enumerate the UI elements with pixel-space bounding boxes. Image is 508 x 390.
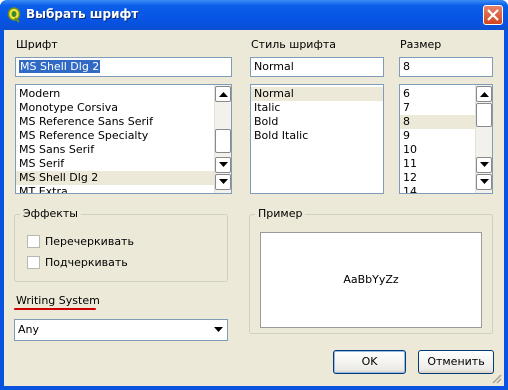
list-item[interactable]: 14 [400, 185, 475, 193]
dialog-body: Шрифт MS Shell Dlg 2 Modern Monotype Cor… [4, 30, 504, 386]
list-item[interactable]: 10 [400, 143, 475, 157]
arrow-down-icon [480, 179, 489, 184]
font-family-scrollbar[interactable] [214, 85, 231, 193]
scroll-down-button[interactable] [476, 157, 492, 173]
font-size-label: Размер [400, 38, 442, 51]
effects-group [14, 214, 228, 282]
scroll-thumb[interactable] [215, 129, 231, 153]
scroll-down-button[interactable] [476, 174, 492, 190]
close-icon [487, 9, 499, 21]
title-bar[interactable]: Выбрать шрифт [0, 0, 508, 30]
arrow-down-icon [480, 162, 489, 167]
font-family-value: MS Shell Dlg 2 [19, 60, 101, 73]
sample-title: Пример [255, 207, 306, 220]
scroll-up-button[interactable] [215, 86, 231, 102]
font-style-label: Стиль шрифта [251, 38, 336, 51]
strikeout-checkbox[interactable] [27, 235, 40, 248]
font-family-input[interactable]: MS Shell Dlg 2 [15, 57, 232, 77]
list-item[interactable]: MS Reference Specialty [16, 129, 214, 143]
scroll-thumb[interactable] [476, 103, 492, 127]
strikeout-label[interactable]: Перечеркивать [45, 235, 134, 248]
writing-system-value: Any [18, 323, 40, 336]
sample-text: AaBbYyZz [343, 273, 399, 286]
arrow-down-icon [219, 162, 228, 167]
annotation-underline [14, 308, 96, 310]
dialog-window: Выбрать шрифт Шрифт MS Shell Dlg 2 Moder… [0, 0, 508, 390]
list-item[interactable]: Modern [16, 87, 214, 101]
list-item[interactable]: MS Reference Sans Serif [16, 115, 214, 129]
list-item[interactable]: 12 [400, 171, 475, 185]
arrow-up-icon [219, 92, 228, 97]
scroll-down-button[interactable] [215, 174, 231, 190]
effects-title: Эффекты [20, 207, 81, 220]
font-style-list[interactable]: Normal Italic Bold Bold Italic [250, 84, 384, 194]
list-item-selected[interactable]: Normal [251, 87, 383, 101]
list-item[interactable]: 9 [400, 129, 475, 143]
resize-grip-icon[interactable] [490, 372, 502, 384]
font-style-input[interactable]: Normal [250, 57, 384, 77]
arrow-down-icon [219, 179, 228, 184]
underline-checkbox[interactable] [27, 256, 40, 269]
dropdown-button[interactable] [210, 320, 227, 340]
list-item[interactable]: Monotype Corsiva [16, 101, 214, 115]
cancel-button[interactable]: Отменить [418, 350, 494, 374]
font-family-label: Шрифт [16, 38, 58, 51]
list-item[interactable]: 6 [400, 87, 475, 101]
list-item[interactable]: Bold [251, 115, 383, 129]
close-button[interactable] [483, 5, 503, 25]
list-item-selected[interactable]: MS Shell Dlg 2 [16, 171, 214, 185]
list-item[interactable]: MS Serif [16, 157, 214, 171]
window-title: Выбрать шрифт [26, 7, 139, 21]
sample-preview: AaBbYyZz [260, 232, 482, 328]
list-item[interactable]: 11 [400, 157, 475, 171]
font-size-list[interactable]: 6 7 8 9 10 11 12 14 [399, 84, 493, 194]
list-item[interactable]: Bold Italic [251, 129, 383, 143]
underline-label[interactable]: Подчеркивать [45, 256, 128, 269]
writing-system-label: Writing System [16, 294, 100, 307]
writing-system-select[interactable]: Any [14, 319, 228, 341]
font-size-input[interactable]: 8 [399, 57, 493, 77]
list-item[interactable]: MT Extra [16, 185, 214, 193]
ok-button[interactable]: OK [333, 350, 406, 374]
list-item-selected[interactable]: 8 [400, 115, 475, 129]
scroll-down-button[interactable] [215, 157, 231, 173]
list-item[interactable]: 7 [400, 101, 475, 115]
scroll-up-button[interactable] [476, 86, 492, 102]
chevron-down-icon [214, 327, 223, 332]
qgis-icon [7, 7, 21, 23]
list-item[interactable]: MS Sans Serif [16, 143, 214, 157]
arrow-up-icon [480, 92, 489, 97]
list-item[interactable]: Italic [251, 101, 383, 115]
font-size-scrollbar[interactable] [475, 85, 492, 193]
font-family-list[interactable]: Modern Monotype Corsiva MS Reference San… [15, 84, 232, 194]
